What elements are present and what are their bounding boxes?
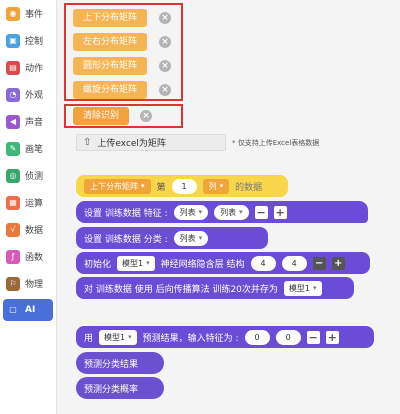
sidebar-item-7[interactable]: ▦ 运算 [0,189,56,216]
predict-feature-input-2[interactable]: 0 [275,329,301,345]
sidebar-item-label: 物理 [25,280,44,290]
sidebar-item-4[interactable]: ◀ 声音 [0,108,56,135]
predict-model-dropdown[interactable]: 模型1 [99,329,137,345]
upload-label: 上传excel为矩阵 [97,139,166,149]
feature-list-dropdown-2[interactable]: 列表 [214,204,249,220]
row-number-input[interactable]: 1 [171,178,197,194]
feature-list-dropdown-1[interactable]: 列表 [173,204,209,220]
add-input-button[interactable]: + [325,330,339,344]
matrix-button-spiral[interactable]: 螺旋分布矩阵 [73,81,148,99]
predict-block[interactable]: 用 模型1 预测结果，输入特征为 : 0 0 − + [76,326,374,348]
motion-icon: ▤ [6,60,20,75]
function-icon: ƒ [6,249,20,264]
class-label: 设置 训练数据 分类 : [84,234,168,245]
train-label: 对 训练数据 使用 后向传播算法 训练20次并存为 [84,284,278,295]
category-sidebar: ◉ 事件 ▣ 控制 ▤ 动作 ◔ 外观 ◀ 声音 ✎ 画笔 ◎ 侦测 ▦ 运算 √ 数据 ƒ 函数 ⚐ 物理 ▢ AI [0,0,57,414]
predict-class-result-block[interactable]: 预测分类结果 [76,352,164,374]
init-network-block[interactable]: 初始化 模型1 神经网络隐含层 结构 4 4 − + [76,252,370,274]
sidebar-item-6[interactable]: ◎ 侦测 [0,162,56,189]
add-field-button[interactable]: + [273,205,287,219]
sidebar-item-label: 数据 [25,226,44,236]
predict-class-probability-block[interactable]: 预测分类概率 [76,377,164,399]
predict-label-b: 预测结果，输入特征为 : [142,333,239,344]
sidebar-item-9[interactable]: ƒ 函数 [0,243,56,270]
train-network-block[interactable]: 对 训练数据 使用 后向传播算法 训练20次并存为 模型1 [76,277,354,299]
gamepad-icon: ▣ [6,33,20,48]
sidebar-item-1[interactable]: ▣ 控制 [0,27,56,54]
matrix-button-vertical[interactable]: 上下分布矩阵 [73,9,148,27]
sidebar-item-label: 声音 [25,118,44,128]
sidebar-item-label: 动作 [25,64,44,74]
sidebar-item-2[interactable]: ▤ 动作 [0,54,56,81]
remove-field-button[interactable]: − [254,205,268,219]
predict-feature-input-1[interactable]: 0 [244,329,270,345]
save-model-dropdown[interactable]: 模型1 [283,280,322,296]
toggle-icon: ◉ [6,6,20,21]
sidebar-item-label: 控制 [25,37,44,47]
sidebar-item-3[interactable]: ◔ 外观 [0,81,56,108]
sidebar-item-label: 事件 [25,10,44,20]
matrix-button-horizontal[interactable]: 左右分布矩阵 [73,33,148,51]
remove-layer-button[interactable]: − [312,256,326,270]
sidebar-item-label: 外观 [25,91,44,101]
code-workspace: 上下分布矩阵 × 左右分布矩阵 × 圆形分布矩阵 × 螺旋分布矩阵 × 清除识别… [58,0,400,414]
matrix-button-circular[interactable]: 圆形分布矩阵 [73,57,148,75]
init-label: 初始化 [84,259,112,270]
clear-recognition-button[interactable]: 清除识别 [73,107,130,125]
remove-input-button[interactable]: − [306,330,320,344]
hidden-layer-input-1[interactable]: 4 [250,255,276,271]
set-training-class-block[interactable]: 设置 训练数据 分类 : 列表 [76,227,268,249]
feature-label: 设置 训练数据 特征 : [84,208,168,219]
sidebar-item-8[interactable]: √ 数据 [0,216,56,243]
appearance-icon: ◔ [6,87,20,102]
sidebar-item-label: 侦测 [25,172,44,182]
sidebar-item-label: 画笔 [25,145,44,155]
sidebar-item-label: 运算 [25,199,44,209]
data-label: 的数据 [235,182,263,193]
column-select-dropdown[interactable]: 列 [202,178,230,194]
set-training-feature-block[interactable]: 设置 训练数据 特征 : 列表 列表 − + [76,201,368,223]
class-list-dropdown[interactable]: 列表 [173,230,209,246]
category-list: ◉ 事件 ▣ 控制 ▤ 动作 ◔ 外观 ◀ 声音 ✎ 画笔 ◎ 侦测 ▦ 运算 √ 数据 ƒ 函数 ⚐ 物理 ▢ AI [0,0,56,321]
matrix-select-dropdown[interactable]: 上下分布矩阵 [84,178,151,194]
matrix-data-reporter-block[interactable]: 上下分布矩阵 第 1 列 的数据 [76,175,288,197]
sidebar-item-label: AI [25,305,36,315]
predict-label-a: 用 [84,333,94,344]
speaker-icon: ◀ [6,114,20,129]
upload-note: * 仅支持上传Excel表格数据 [232,139,320,147]
pen-icon: ✎ [6,141,20,156]
predict-class-result-label: 预测分类结果 [84,359,139,370]
close-icon[interactable]: × [140,110,152,122]
sidebar-item-11[interactable]: ▢ AI [3,299,53,321]
add-layer-button[interactable]: + [331,256,345,270]
sidebar-item-0[interactable]: ◉ 事件 [0,0,56,27]
upload-icon: ⇧ [83,137,92,148]
chart-icon: √ [6,222,20,237]
close-icon[interactable]: × [159,36,171,48]
sidebar-item-5[interactable]: ✎ 画笔 [0,135,56,162]
physics-icon: ⚐ [6,276,20,291]
hidden-layer-label: 神经网络隐含层 结构 [160,259,245,270]
close-icon[interactable]: × [159,84,171,96]
detect-icon: ◎ [6,168,20,183]
sidebar-item-10[interactable]: ⚐ 物理 [0,270,56,297]
model-dropdown[interactable]: 模型1 [117,255,155,271]
close-icon[interactable]: × [159,12,171,24]
ai-icon: ▢ [9,305,17,314]
row-label: 第 [156,182,166,193]
upload-excel-button[interactable]: ⇧ 上传excel为矩阵 [76,134,226,151]
hidden-layer-input-2[interactable]: 4 [281,255,307,271]
close-icon[interactable]: × [159,60,171,72]
predict-class-probability-label: 预测分类概率 [84,384,139,395]
sidebar-item-label: 函数 [25,253,44,263]
calculator-icon: ▦ [6,195,20,210]
